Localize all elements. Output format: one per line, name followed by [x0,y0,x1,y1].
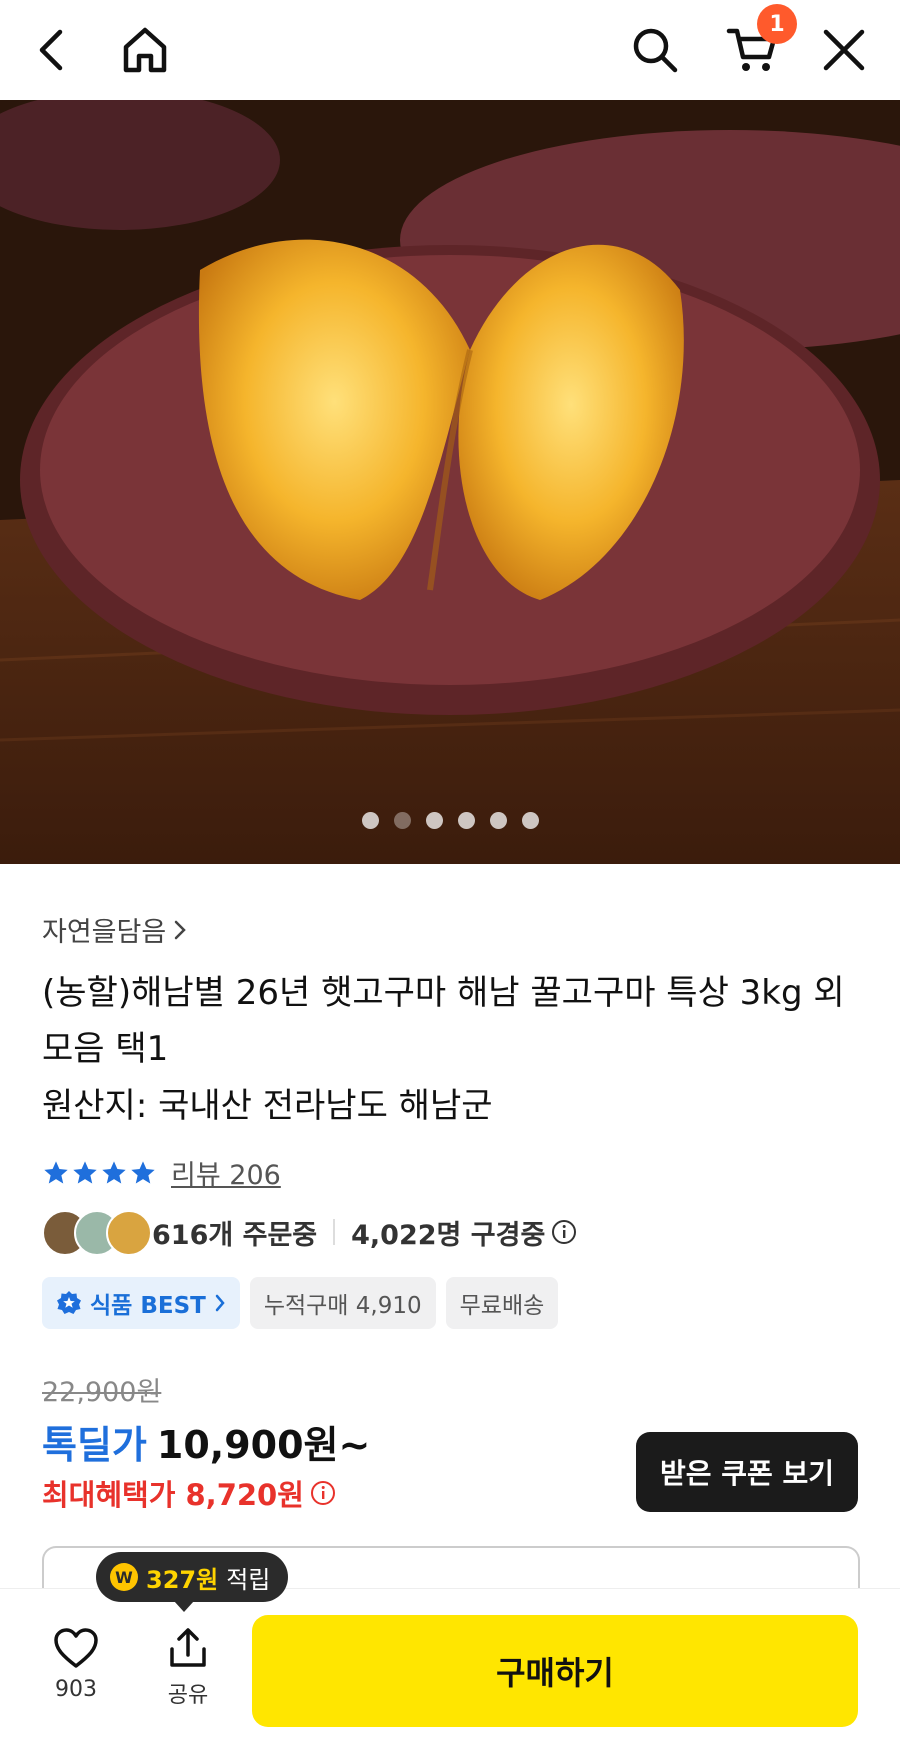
tag-row: 식품 BEST 누적구매 4,910 무료배송 [42,1277,559,1329]
carousel-dot[interactable] [457,812,475,829]
search-icon [633,28,678,73]
product-origin: 원산지: 국내산 전라남도 해남군 [42,1086,493,1126]
info-icon[interactable] [310,1480,336,1506]
review-link[interactable]: 리뷰 206 [171,1153,281,1192]
points-suffix: 적립 [226,1565,271,1594]
close-button[interactable] [814,20,874,80]
best-tag-label: 식품 BEST [90,1293,206,1319]
carousel-dot[interactable] [521,812,539,829]
share-label: 공유 [167,1683,209,1708]
share-button[interactable]: 공유 [148,1627,228,1709]
search-button[interactable] [625,20,685,80]
bottom-action-bar: 903 공유 구매하기 [0,1588,900,1749]
like-count: 903 [55,1677,97,1702]
product-title: (농할)해남별 26년 햇고구마 해남 꿀고구마 특상 3kg 외 모음 택1 [42,973,845,1069]
star-rating [42,1159,157,1187]
deal-price-row: 톡딜가 10,900원~ [42,1414,370,1469]
carousel-dot-active[interactable] [393,812,411,829]
original-price: 22,900원 [42,1377,162,1408]
social-proof: 616개 주문중 4,022명 구경중 [42,1210,577,1256]
star-icon [44,1160,68,1183]
seller-link[interactable]: 자연을담음 [42,910,188,949]
coin-icon: W [110,1563,138,1591]
view-coupons-button[interactable]: 받은 쿠폰 보기 [636,1432,858,1512]
star-icon [73,1160,97,1183]
buyer-avatars [42,1210,152,1256]
rating-row: 리뷰 206 [42,1153,281,1192]
max-benefit-price: 최대혜택가 8,720원 [42,1478,304,1512]
carousel-dot[interactable] [489,812,507,829]
close-icon [823,29,865,71]
deal-price: 10,900원~ [156,1423,371,1467]
viewers-count: 4,022명 구경중 [351,1219,546,1251]
carousel-indicator [0,812,900,829]
share-icon [170,1628,206,1667]
chevron-left-icon [39,29,63,71]
like-button[interactable]: 903 [36,1627,116,1702]
chevron-right-icon [174,920,186,939]
carousel-dot[interactable] [361,812,379,829]
max-benefit-row: 최대혜택가 8,720원 [42,1472,336,1514]
orders-count: 616개 주문중 [152,1219,318,1251]
heart-icon [54,1628,98,1668]
carousel-dot[interactable] [425,812,443,829]
info-icon[interactable] [551,1219,577,1245]
home-button[interactable] [115,20,175,80]
badge-star-icon [57,1291,81,1314]
avatar [106,1210,152,1256]
star-icon [131,1160,155,1183]
seller-name: 자연을담음 [42,917,167,948]
divider [333,1219,336,1245]
free-shipping-tag: 무료배송 [445,1277,559,1329]
cart-count-badge: 1 [757,4,797,44]
cumulative-purchase-tag: 누적구매 4,910 [249,1277,436,1329]
back-button[interactable] [22,20,82,80]
buy-button[interactable]: 구매하기 [252,1615,858,1727]
chevron-right-icon [215,1294,225,1312]
home-icon [123,27,167,73]
top-bar: 1 [0,0,900,100]
product-image[interactable] [0,100,900,864]
sweet-potato-image [0,100,900,864]
deal-label: 톡딜가 [42,1423,147,1467]
star-icon [102,1160,126,1183]
points-tooltip: W 327원 적립 [96,1552,289,1612]
best-tag[interactable]: 식품 BEST [42,1277,240,1329]
points-amount: 327원 [146,1565,219,1594]
